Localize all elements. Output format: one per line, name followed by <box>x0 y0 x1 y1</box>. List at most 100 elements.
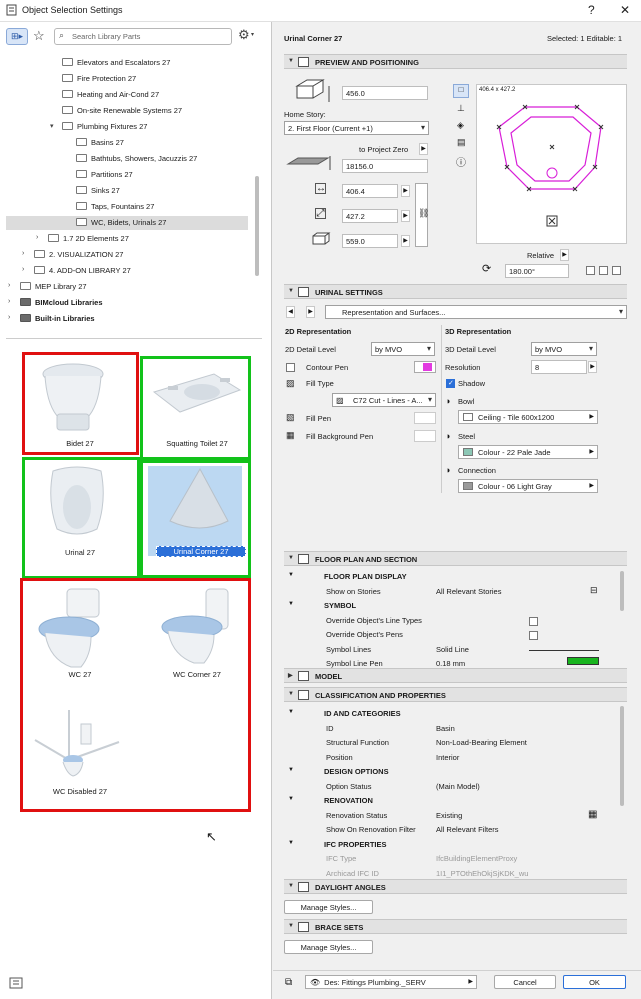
search-input[interactable]: ⌕ Search Library Parts <box>54 28 232 45</box>
close-icon[interactable]: ✕ <box>620 3 630 17</box>
tree-item[interactable]: Heating and Air-Cond 27 <box>6 88 248 102</box>
chevron-right-icon[interactable]: › <box>36 234 38 241</box>
height-field[interactable]: 456.0 <box>342 86 428 100</box>
section-classification-header[interactable]: ▼ CLASSIFICATION AND PROPERTIES <box>284 687 627 702</box>
home-story-select[interactable]: 2. First Floor (Current +1) <box>284 121 429 135</box>
property-group-row[interactable]: ▼ RENOVATION <box>284 794 614 808</box>
library-manager-icon[interactable] <box>8 975 24 991</box>
page-select[interactable]: Representation and Surfaces... <box>325 305 627 319</box>
tree-item[interactable]: › 2. VISUALIZATION 27 <box>6 248 248 262</box>
symbol-pen-swatch[interactable] <box>567 657 599 665</box>
tree-item[interactable]: Elevators and Escalators 27 <box>6 56 248 70</box>
section-preview-header[interactable]: ▼ PREVIEW AND POSITIONING <box>284 54 627 69</box>
chevron-right-icon[interactable]: › <box>8 314 10 321</box>
gear-icon[interactable]: ⚙ <box>238 27 250 43</box>
property-row[interactable]: Option Status (Main Model) <box>284 780 614 794</box>
collapse-icon[interactable]: ▼ <box>288 601 294 607</box>
tree-item[interactable]: Partitions 27 <box>6 168 248 182</box>
classification-scrollbar[interactable] <box>620 706 624 806</box>
property-row[interactable]: Override Object's Pens <box>284 628 614 642</box>
floorplan-scrollbar[interactable] <box>620 571 624 611</box>
plan-view-button[interactable]: □ <box>453 84 469 98</box>
tree-item[interactable]: › 4. ADD-ON LIBRARY 27 <box>6 264 248 278</box>
info-icon[interactable]: ⓘ <box>456 154 466 169</box>
chevron-down-icon[interactable]: ▾ <box>50 122 54 130</box>
tree-item[interactable]: Bathtubs, Showers, Jacuzzis 27 <box>6 152 248 166</box>
fill-pen-picker[interactable] <box>414 412 436 424</box>
property-row[interactable]: Override Object's Line Types <box>284 614 614 628</box>
property-row[interactable]: Position Interior <box>284 751 614 765</box>
manage-styles-button[interactable]: Manage Styles... <box>284 900 373 914</box>
chevron-right-icon[interactable]: › <box>22 250 24 257</box>
chevron-right-icon[interactable]: › <box>8 282 10 289</box>
collapse-icon[interactable]: ▼ <box>288 572 294 578</box>
elevation-view-icon[interactable]: ▤ <box>457 137 466 148</box>
library-view-button[interactable]: ⊞▸ <box>6 28 28 45</box>
property-row[interactable]: Show on Stories All Relevant Stories <box>284 585 614 599</box>
width-arrow[interactable]: ▶ <box>401 185 410 197</box>
property-group-row[interactable]: ▼ ID AND CATEGORIES <box>284 707 614 721</box>
relative-arrow[interactable]: ▶ <box>560 249 569 261</box>
property-row[interactable]: Show On Renovation Filter All Relevant Fi… <box>284 823 614 837</box>
mirror-y-checkbox[interactable] <box>612 266 621 275</box>
override-pens-checkbox[interactable] <box>529 631 538 640</box>
manage-styles-button-2[interactable]: Manage Styles... <box>284 940 373 954</box>
stories-icon[interactable]: ⊟ <box>590 585 598 596</box>
property-group-row[interactable]: ▼ IFC PROPERTIES <box>284 838 614 852</box>
tree-item[interactable]: WC, Bidets, Urinals 27 <box>6 216 248 230</box>
chevron-right-icon[interactable]: › <box>8 298 10 305</box>
collapse-icon[interactable]: ▼ <box>288 840 294 846</box>
property-group-row[interactable]: ▼ FLOOR PLAN DISPLAY <box>284 570 614 584</box>
tree-item[interactable]: › 1.7 2D Elements 27 <box>6 232 248 246</box>
resolution-arrow[interactable]: ▶ <box>588 361 597 373</box>
section-view-icon[interactable]: ⊥ <box>457 103 465 114</box>
3d-view-icon[interactable]: ◈ <box>457 120 464 131</box>
page-prev-button[interactable]: ◀ <box>286 306 295 318</box>
elevation-field[interactable]: 18156.0 <box>342 159 428 173</box>
chevron-right-icon[interactable]: › <box>22 266 24 273</box>
section-model-header[interactable]: ▶ MODEL <box>284 668 627 683</box>
tree-item[interactable]: Basins 27 <box>6 136 248 150</box>
connection-material-select[interactable]: Colour - 06 Light Gray ▶ <box>458 479 598 493</box>
cancel-button[interactable]: Cancel <box>494 975 556 989</box>
property-row[interactable]: IFC Type IfcBuildingElementProxy <box>284 852 614 866</box>
property-group-row[interactable]: ▼ DESIGN OPTIONS <box>284 765 614 779</box>
mirror-checkbox[interactable] <box>586 266 595 275</box>
resolution-field[interactable]: 8 <box>531 360 587 374</box>
chain-link-toggle[interactable]: ⛓ <box>415 183 429 247</box>
tree-item[interactable]: Sinks 27 <box>6 184 248 198</box>
section-urinal-header[interactable]: ▼ URINAL SETTINGS <box>284 284 627 299</box>
property-row[interactable]: ID Basin <box>284 722 614 736</box>
property-row[interactable]: Structural Function Non-Load-Bearing Elem… <box>284 736 614 750</box>
to-project-zero[interactable]: to Project Zero <box>359 145 408 154</box>
tree-item[interactable]: Fire Protection 27 <box>6 72 248 86</box>
collapse-icon[interactable]: ▼ <box>288 767 294 773</box>
property-row[interactable]: Renovation Status Existing <box>284 809 614 823</box>
project-zero-arrow[interactable]: ▶ <box>419 143 428 155</box>
chevron-down-icon[interactable]: ▾ <box>251 31 254 38</box>
ok-button[interactable]: OK <box>563 975 626 989</box>
detail-2d-select[interactable]: by MVO <box>371 342 435 356</box>
tree-item[interactable]: Taps, Fountains 27 <box>6 200 248 214</box>
fill-type-select[interactable]: ▨ C72 Cut - Lines - A... <box>332 393 436 407</box>
section-brace-header[interactable]: ▼ BRACE SETS <box>284 919 627 934</box>
shadow-checkbox[interactable] <box>446 379 455 388</box>
height-dim-arrow[interactable]: ▶ <box>401 235 410 247</box>
section-floorplan-header[interactable]: ▼ FLOOR PLAN AND SECTION <box>284 551 627 566</box>
detail-3d-select[interactable]: by MVO <box>531 342 597 356</box>
depth-arrow[interactable]: ▶ <box>401 210 410 222</box>
override-line-types-checkbox[interactable] <box>529 617 538 626</box>
contour-pen-checkbox[interactable] <box>286 363 295 372</box>
help-icon[interactable]: ? <box>588 3 595 17</box>
layer-select[interactable]: 👁 Des: Fittings Plumbing._SERV ▶ <box>305 975 477 989</box>
tree-scrollbar[interactable] <box>255 176 259 276</box>
width-field[interactable]: 406.4 <box>342 184 398 198</box>
tree-item[interactable]: › Built-in Libraries <box>6 312 248 326</box>
depth-field[interactable]: 427.2 <box>342 209 398 223</box>
mirror-x-checkbox[interactable] <box>599 266 608 275</box>
pane-divider[interactable] <box>6 338 262 341</box>
tree-item[interactable]: › MEP Library 27 <box>6 280 248 294</box>
tree-item[interactable]: ▾ Plumbing Fixtures 27 <box>6 120 248 134</box>
section-daylight-header[interactable]: ▼ DAYLIGHT ANGLES <box>284 879 627 894</box>
contour-pen-picker[interactable] <box>414 361 436 373</box>
